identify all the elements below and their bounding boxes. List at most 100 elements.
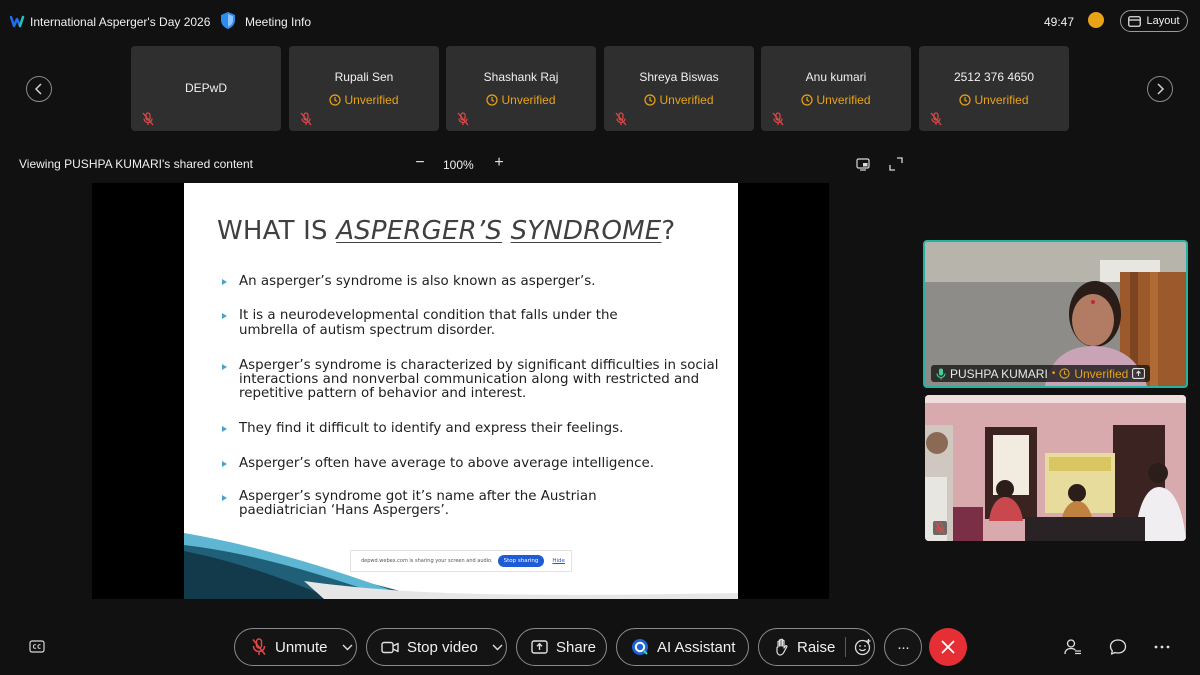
share-caption: Viewing PUSHPA KUMARI's shared content (19, 157, 253, 171)
raise-label: Raise (797, 638, 836, 656)
zoom-out-button[interactable]: − (413, 154, 427, 172)
mic-muted-icon (930, 112, 942, 126)
verification-status: Unverified (761, 93, 911, 107)
participant-tile[interactable]: Rupali Sen Unverified (289, 46, 439, 131)
participant-tile[interactable]: Anu kumari Unverified (761, 46, 911, 131)
more-panels-icon[interactable] (1153, 638, 1171, 656)
more-options-icon: ··· (897, 638, 910, 656)
chat-icon[interactable] (1109, 638, 1127, 656)
clock-warning-icon (1059, 368, 1070, 379)
clock-warning-icon (801, 94, 814, 106)
clock-warning-icon (486, 94, 499, 106)
closed-captions-icon[interactable] (29, 640, 45, 654)
clock-warning-icon (644, 94, 657, 106)
sharing-banner-text: depwd.webex.com is sharing your screen a… (361, 558, 493, 564)
picture-in-picture-icon[interactable] (856, 157, 870, 171)
chevron-right-icon (1157, 83, 1165, 95)
share-screen-icon (1132, 368, 1146, 379)
clock-warning-icon (329, 94, 342, 106)
participant-name: Shreya Biswas (639, 70, 719, 84)
verification-label: Unverified (816, 93, 871, 107)
slide-bullet: Asperger’s syndrome got it’s name after … (239, 489, 597, 518)
mic-muted-icon (933, 521, 947, 535)
share-screen-icon (531, 640, 548, 654)
unmute-label: Unmute (275, 638, 328, 656)
bullet-arrow-icon (222, 313, 227, 319)
layout-button[interactable]: Layout (1120, 10, 1188, 32)
hide-banner-link[interactable]: Hide (552, 558, 565, 564)
slide-bullet: Asperger’s syndrome is characterized by … (239, 358, 719, 401)
leave-meeting-button[interactable] (929, 628, 967, 666)
mic-muted-icon (457, 112, 469, 126)
presentation-slide: WHAT IS ASPERGER’S SYNDROME? An asperger… (184, 183, 738, 599)
participant-name: Shashank Raj (483, 70, 559, 84)
divider (845, 637, 847, 657)
verification-label: Unverified (501, 93, 556, 107)
mic-muted-icon (772, 112, 784, 126)
title-word-aspergers: ASPERGER’S (336, 216, 503, 246)
raise-hand-button[interactable]: Raise (758, 628, 875, 666)
webex-logo-icon (10, 15, 25, 28)
room-video[interactable] (925, 395, 1186, 541)
participant-name: 2512 376 4650 (953, 70, 1035, 84)
slide-bullet: It is a neurodevelopmental condition tha… (239, 308, 618, 338)
verification-status: Unverified (604, 93, 754, 107)
speaker-label: PUSHPA KUMARI • Unverified (931, 365, 1151, 382)
participant-name: Anu kumari (805, 70, 867, 84)
status-badge-icon[interactable] (1088, 12, 1104, 28)
bullet-arrow-icon (222, 495, 227, 501)
layout-icon (1128, 15, 1142, 27)
more-options-button[interactable]: ··· (884, 628, 922, 666)
share-button[interactable]: Share (516, 628, 607, 666)
title-space (502, 216, 510, 246)
hand-icon (776, 638, 788, 656)
bullet-arrow-icon (222, 426, 227, 432)
participant-tile[interactable]: DEPwD (131, 46, 281, 131)
participant-tile[interactable]: Shashank Raj Unverified (446, 46, 596, 131)
share-label: Share (556, 638, 597, 656)
verification-label: Unverified (344, 93, 399, 107)
reactions-emoji-icon[interactable] (854, 638, 872, 656)
zoom-level[interactable]: 100% (443, 158, 474, 172)
bullet-arrow-icon (222, 461, 227, 467)
stop-sharing-button[interactable]: Stop sharing (497, 555, 545, 567)
meeting-title: International Asperger's Day 2026 (30, 15, 211, 29)
chevron-down-icon[interactable] (492, 644, 503, 651)
separator-dot: • (1051, 368, 1056, 379)
active-speaker-video[interactable]: PUSHPA KUMARI • Unverified (923, 240, 1188, 388)
participant-name: Rupali Sen (334, 70, 394, 84)
stop-video-button[interactable]: Stop video (366, 628, 507, 666)
slide-bullet: Asperger’s often have average to above a… (239, 456, 654, 471)
ai-assistant-button[interactable]: AI Assistant (616, 628, 749, 666)
verification-label: Unverified (659, 93, 714, 107)
chevron-down-icon[interactable] (342, 644, 353, 651)
bullet-arrow-icon (222, 279, 227, 285)
participants-icon[interactable] (1064, 638, 1082, 656)
shield-icon[interactable] (220, 11, 236, 30)
fullscreen-icon[interactable] (889, 157, 903, 171)
participant-tile[interactable]: 2512 376 4650 Unverified (919, 46, 1069, 131)
chevron-left-icon (34, 83, 42, 95)
title-word-syndrome: SYNDROME (510, 216, 662, 246)
verification-status: Unverified (289, 93, 439, 107)
zoom-in-button[interactable]: + (492, 154, 506, 172)
ai-assistant-label: AI Assistant (657, 638, 736, 656)
strip-previous-button[interactable] (26, 76, 52, 102)
verification-status: Unverified (446, 93, 596, 107)
mic-muted-icon (615, 112, 627, 126)
slide-title: WHAT IS ASPERGER’S SYNDROME? (217, 216, 675, 246)
unmute-button[interactable]: Unmute (234, 628, 357, 666)
screen-sharing-banner: depwd.webex.com is sharing your screen a… (350, 550, 572, 572)
speaker-verification: Unverified (1074, 366, 1129, 381)
speaker-name: PUSHPA KUMARI (950, 366, 1048, 381)
video-camera-icon (381, 641, 399, 653)
close-icon (941, 640, 955, 654)
ai-assistant-icon (632, 639, 648, 655)
stop-video-label: Stop video (407, 638, 478, 656)
slide-bullet: They find it difficult to identify and e… (239, 421, 624, 436)
mic-active-icon (936, 368, 946, 379)
participant-tile[interactable]: Shreya Biswas Unverified (604, 46, 754, 131)
meeting-info-link[interactable]: Meeting Info (245, 15, 311, 29)
mic-muted-icon (252, 638, 266, 655)
strip-next-button[interactable] (1147, 76, 1173, 102)
